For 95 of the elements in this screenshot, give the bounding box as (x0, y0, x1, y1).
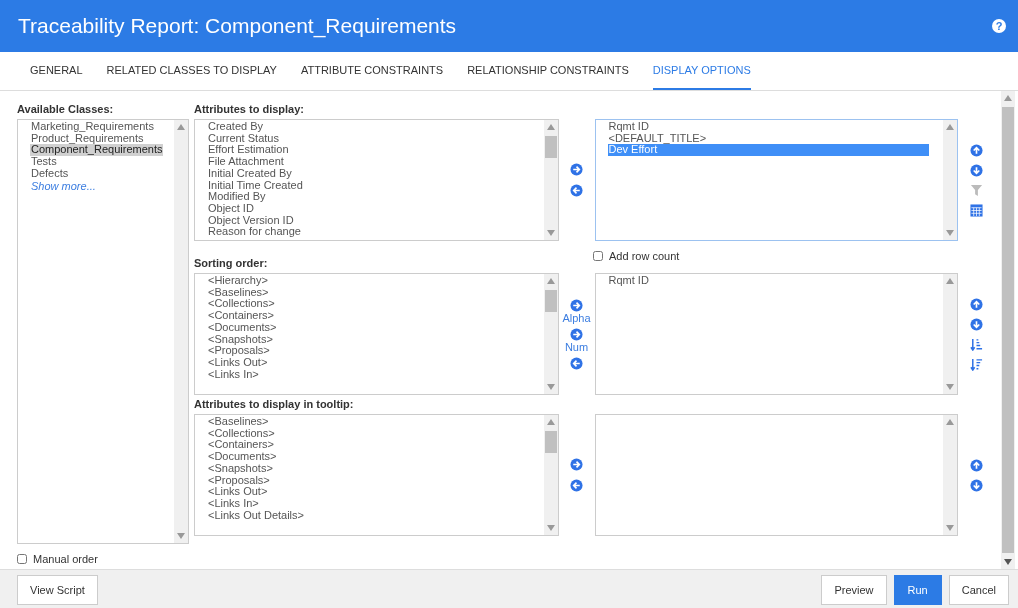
arrow-up-icon[interactable] (969, 297, 983, 311)
list-item[interactable]: <Snapshots> (207, 462, 274, 475)
move-button[interactable]: Num (564, 327, 589, 353)
list-item[interactable]: <Documents> (207, 321, 278, 334)
list-item[interactable]: Object Version ID (207, 214, 295, 227)
cancel-button[interactable]: Cancel (948, 574, 1009, 605)
list-item[interactable]: <Proposals> (207, 474, 271, 487)
list-item[interactable]: <Proposals> (207, 345, 271, 357)
sort-descending-icon[interactable] (969, 357, 983, 371)
list-item[interactable]: Reason for change (207, 226, 302, 239)
arrow-down-icon[interactable] (969, 163, 983, 177)
filter-icon[interactable] (969, 183, 983, 197)
scrollbar[interactable] (943, 274, 958, 394)
arrow-right-icon[interactable] (570, 458, 583, 471)
list-item[interactable]: Rqmt ID (607, 275, 930, 287)
scroll-up-icon[interactable] (546, 124, 555, 130)
list-item[interactable]: Modified By (207, 191, 267, 203)
list-item[interactable]: Effort Estimation (207, 144, 290, 157)
scroll-up-icon[interactable] (177, 124, 185, 130)
list-item[interactable]: <Links Out> (207, 486, 269, 498)
tab[interactable]: GENERAL (30, 52, 83, 90)
tab[interactable]: RELATIONSHIP CONSTRAINTS (467, 52, 629, 90)
scroll-thumb[interactable] (544, 431, 557, 453)
scroll-up-icon[interactable] (946, 124, 955, 130)
arrow-right-icon (570, 298, 583, 312)
table-icon[interactable] (969, 203, 983, 217)
scrollbar[interactable] (543, 274, 558, 394)
list-item[interactable]: <Containers> (207, 439, 276, 452)
arrow-left-icon[interactable] (570, 356, 583, 370)
checkbox-label: Add row count (609, 250, 680, 262)
arrow-right-icon[interactable] (570, 163, 583, 176)
section-label: Attributes to display: (194, 103, 305, 117)
scroll-thumb[interactable] (1002, 107, 1014, 553)
checkbox-label: Manual order (33, 552, 98, 565)
show-more-link[interactable]: Show more... (30, 179, 97, 192)
list-item[interactable]: <Links Out Details> (207, 509, 305, 522)
scrollbar[interactable] (943, 120, 958, 240)
arrow-down-icon[interactable] (969, 317, 983, 331)
preview-button[interactable]: Preview (821, 574, 887, 605)
list-item[interactable]: <Snapshots> (207, 333, 274, 346)
arrow-up-icon[interactable] (969, 143, 983, 157)
scroll-up-icon[interactable] (1004, 95, 1012, 101)
view-script-button[interactable]: View Script (17, 574, 98, 605)
list-item[interactable]: <Baselines> (207, 286, 270, 299)
list-item[interactable]: Created By (207, 121, 265, 133)
arrow-down-icon[interactable] (969, 478, 983, 492)
scroll-thumb[interactable] (544, 290, 557, 312)
list-item[interactable]: <Containers> (207, 310, 276, 322)
section-label: Attributes to display in tooltip: (194, 398, 355, 412)
list-item[interactable]: <Collections> (207, 427, 276, 440)
list-item[interactable]: <Links In> (207, 368, 260, 381)
list-item[interactable]: Marketing_Requirements (30, 121, 155, 133)
list-item[interactable]: Current Status (207, 132, 280, 145)
list-item[interactable]: Product_Requirements (30, 132, 145, 145)
list-item[interactable]: Defects (30, 167, 70, 180)
scroll-up-icon[interactable] (546, 278, 555, 284)
checkbox[interactable] (17, 553, 27, 564)
section-label: Available Classes: (17, 103, 115, 117)
list-item[interactable]: Component_Requirements (30, 144, 164, 157)
arrow-left-icon[interactable] (570, 184, 583, 197)
list-item[interactable]: <Hierarchy> (207, 275, 269, 287)
list-item[interactable]: File Attachment (207, 156, 285, 168)
scroll-down-icon[interactable] (1004, 559, 1012, 565)
scroll-up-icon[interactable] (546, 419, 555, 425)
scroll-up-icon[interactable] (946, 278, 955, 284)
list-item[interactable]: <Links Out> (207, 356, 269, 369)
list-item[interactable]: <Collections> (207, 298, 276, 311)
scrollbar[interactable] (943, 415, 958, 535)
list-item[interactable]: <Documents> (207, 451, 278, 463)
list-item[interactable]: Initial Time Created (207, 179, 304, 192)
scroll-thumb[interactable] (544, 136, 557, 158)
tab[interactable]: DISPLAY OPTIONS (652, 52, 751, 90)
scrollbar[interactable] (174, 120, 188, 543)
window-title: Traceability Report: Component_Requirements (18, 14, 457, 38)
page-scrollbar[interactable] (1001, 91, 1015, 569)
scroll-up-icon[interactable] (946, 419, 955, 425)
list-item[interactable]: <Links In> (207, 497, 260, 510)
list-item[interactable]: Rqmt ID (607, 121, 930, 133)
tab[interactable]: ATTRIBUTE CONSTRAINTS (300, 52, 444, 90)
sort-ascending-icon[interactable] (969, 337, 983, 351)
list-item[interactable]: Object ID (207, 202, 255, 215)
arrow-left-icon[interactable] (570, 479, 583, 492)
list-item[interactable]: Initial Created By (207, 167, 293, 180)
arrow-right-icon (570, 327, 583, 341)
list-item[interactable]: Tests (30, 156, 58, 168)
run-button[interactable]: Run (893, 574, 942, 605)
checkbox[interactable] (593, 251, 603, 261)
list-item[interactable]: <DEFAULT_TITLE> (607, 132, 930, 145)
move-button[interactable]: Alpha (562, 298, 591, 324)
scrollbar[interactable] (543, 415, 558, 535)
list-item[interactable]: <Baselines> (207, 416, 270, 428)
tab[interactable]: RELATED CLASSES TO DISPLAY (106, 52, 277, 90)
scrollbar[interactable] (543, 120, 558, 240)
help-button[interactable]: ? (992, 19, 1006, 33)
arrow-up-icon[interactable] (969, 458, 983, 472)
